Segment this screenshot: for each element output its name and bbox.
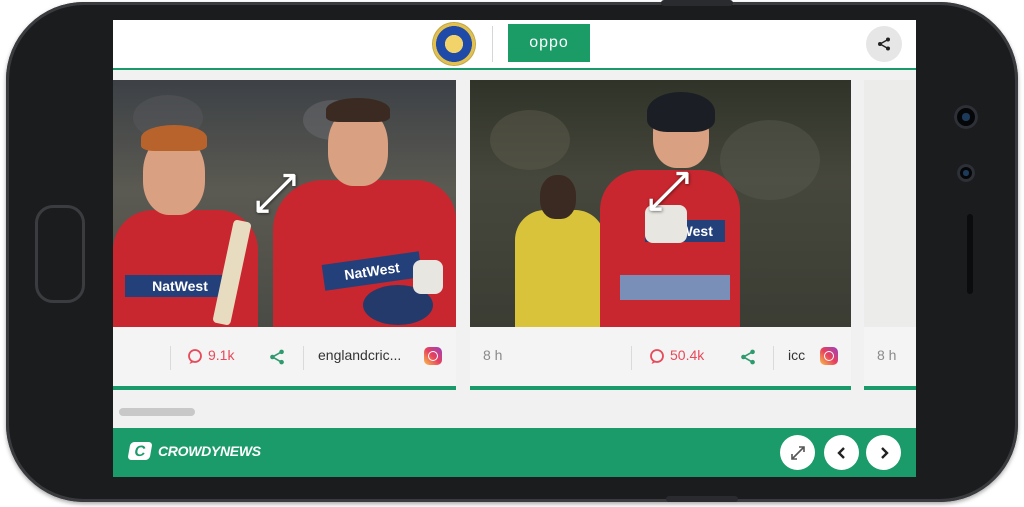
expand-icon — [790, 445, 805, 460]
sponsor-logo: oppo — [508, 24, 590, 62]
power-button — [661, 0, 733, 6]
brand-name: CROWDYNEWS — [158, 443, 261, 459]
share-icon[interactable] — [740, 349, 756, 365]
home-button — [35, 205, 85, 303]
post-meta: 8 h 50.4k icc — [470, 328, 851, 386]
brand-mark-icon: C — [127, 442, 153, 460]
front-camera — [954, 105, 978, 129]
chevron-right-icon — [880, 446, 889, 459]
feed-carousel[interactable]: NatWest NatWest ⟷ 9.1k englandcric... ⟷ … — [113, 80, 916, 390]
share-icon — [878, 37, 890, 51]
bcci-logo — [433, 23, 475, 65]
comment-icon — [650, 349, 664, 364]
post-card[interactable]: NatWest ⟷ 8 h 50.4k — [470, 80, 851, 390]
side-button — [666, 496, 738, 502]
post-time: 8 h — [877, 347, 897, 363]
share-button[interactable] — [866, 26, 902, 62]
header-bar: oppo — [113, 20, 916, 70]
post-card[interactable]: 8 h — [864, 80, 916, 390]
card-accent-line — [113, 386, 456, 390]
speaker-grille — [967, 214, 973, 294]
scroll-thumb[interactable] — [119, 408, 195, 416]
post-photo[interactable] — [864, 80, 916, 327]
post-time: 8 h — [483, 347, 503, 363]
instagram-icon[interactable] — [424, 347, 442, 365]
post-meta: 9.1k englandcric... — [113, 328, 456, 386]
fullscreen-button[interactable] — [780, 435, 815, 470]
card-accent-line — [470, 386, 851, 390]
post-photo[interactable]: NatWest NatWest ⟷ — [113, 80, 456, 327]
post-meta: 8 h — [864, 328, 916, 386]
previous-button[interactable] — [824, 435, 859, 470]
instagram-icon[interactable] — [820, 347, 838, 365]
post-username[interactable]: icc — [788, 347, 805, 363]
header-divider — [492, 26, 493, 62]
comment-count: 50.4k — [670, 347, 705, 363]
post-photo[interactable]: NatWest ⟷ — [470, 80, 851, 327]
post-card[interactable]: NatWest NatWest ⟷ 9.1k englandcric... — [113, 80, 456, 390]
next-button[interactable] — [866, 435, 901, 470]
comment-icon — [188, 349, 202, 364]
widget-screen: oppo NatWest NatWest ⟷ 9.1k englandcric.… — [113, 20, 916, 477]
post-username[interactable]: englandcric... — [318, 347, 401, 363]
front-sensor — [957, 164, 975, 182]
brand-logo[interactable]: C CROWDYNEWS — [127, 442, 261, 460]
card-accent-line — [864, 386, 916, 390]
comment-count: 9.1k — [208, 347, 235, 363]
share-icon[interactable] — [269, 349, 285, 365]
chevron-left-icon — [836, 446, 845, 459]
horizontal-scrollbar[interactable] — [113, 408, 916, 418]
footer-bar: C CROWDYNEWS — [113, 428, 916, 477]
